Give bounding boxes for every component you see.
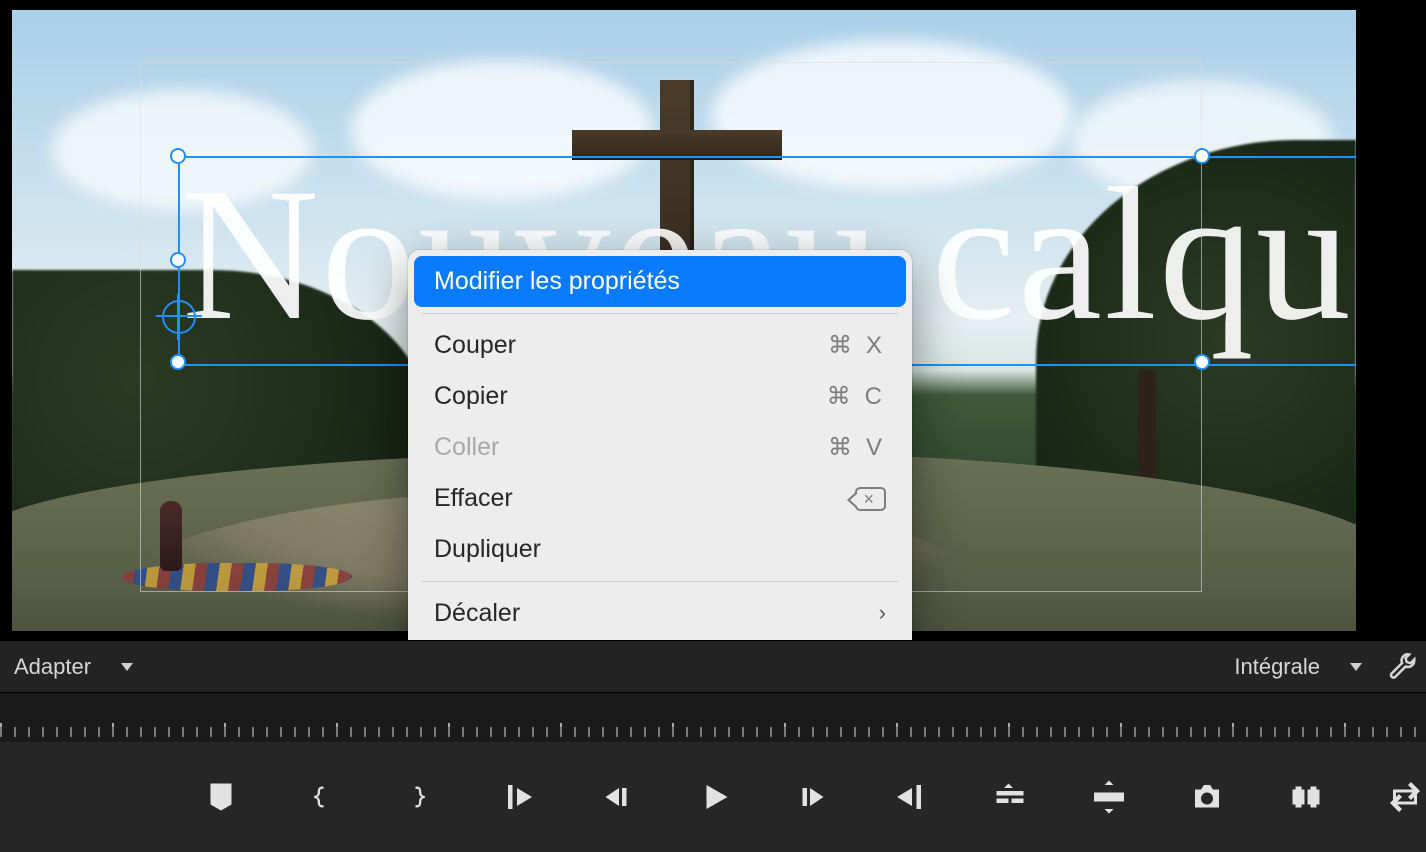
marker-icon	[203, 779, 239, 815]
menu-label: Couper	[434, 328, 516, 363]
selection-handle[interactable]	[170, 148, 186, 164]
selection-handle[interactable]	[170, 252, 186, 268]
anchor-point-icon[interactable]	[162, 300, 196, 334]
bg-cloud	[712, 40, 1072, 190]
chevron-down-icon	[121, 663, 133, 671]
menu-separator	[422, 313, 898, 314]
shortcut-key: X	[866, 329, 886, 363]
transport-toolbar	[0, 742, 1426, 852]
cmd-icon: ⌘	[827, 380, 855, 414]
menu-shortcut: ⌘ C	[827, 380, 886, 414]
step-forward-icon	[795, 779, 831, 815]
menu-label: Modifier les propriétés	[434, 264, 680, 299]
menu-label: Effacer	[434, 481, 513, 516]
dropdown-label: Intégrale	[1234, 654, 1320, 680]
menu-label: Copier	[434, 379, 508, 414]
bg-person	[160, 501, 182, 571]
go-to-in-button[interactable]	[496, 774, 539, 820]
zoom-fit-dropdown[interactable]: Adapter	[4, 650, 143, 684]
overwrite-icon	[1091, 779, 1127, 815]
step-back-button[interactable]	[594, 774, 637, 820]
menu-copy[interactable]: Copier ⌘ C	[408, 371, 912, 422]
filmstrip-icon	[1288, 779, 1324, 815]
insert-icon	[992, 779, 1028, 815]
menu-shortcut: ×	[855, 487, 886, 511]
go-to-in-icon	[499, 779, 535, 815]
selection-handle[interactable]	[170, 354, 186, 370]
chevron-right-icon: ›	[879, 598, 886, 629]
selection-handle[interactable]	[1194, 148, 1210, 164]
menu-nudge[interactable]: Décaler ›	[408, 588, 912, 639]
playback-quality-dropdown[interactable]: Intégrale	[1224, 650, 1372, 684]
menu-paste: Coller ⌘ V	[408, 422, 912, 473]
wrench-icon	[1388, 652, 1418, 682]
brace-left-icon	[306, 783, 334, 811]
dropdown-label: Adapter	[14, 654, 91, 680]
brace-right-icon	[405, 783, 433, 811]
step-forward-button[interactable]	[792, 774, 835, 820]
step-back-icon	[598, 779, 634, 815]
timeline-ruler[interactable]	[0, 692, 1426, 743]
loop-icon	[1387, 779, 1423, 815]
menu-separator	[422, 581, 898, 582]
shortcut-key: V	[866, 431, 886, 465]
go-to-out-button[interactable]	[890, 774, 933, 820]
menu-clear[interactable]: Effacer ×	[408, 473, 912, 524]
viewer-footer-bar: Adapter Intégrale	[0, 640, 1426, 692]
menu-label: Dupliquer	[434, 532, 541, 567]
menu-shortcut: ⌘ V	[828, 431, 886, 465]
menu-label: Décaler	[434, 596, 520, 631]
mark-out-button[interactable]	[397, 774, 440, 820]
menu-duplicate[interactable]: Dupliquer	[408, 524, 912, 575]
menu-cut[interactable]: Couper ⌘ X	[408, 320, 912, 371]
settings-button[interactable]	[1386, 650, 1420, 684]
chevron-down-icon	[1350, 663, 1362, 671]
cmd-icon: ⌘	[828, 431, 856, 465]
overwrite-button[interactable]	[1087, 774, 1130, 820]
go-to-out-icon	[894, 779, 930, 815]
menu-shortcut: ⌘ X	[828, 329, 886, 363]
cmd-icon: ⌘	[828, 329, 856, 363]
bg-blanket	[120, 563, 354, 591]
delete-icon: ×	[855, 487, 886, 511]
insert-button[interactable]	[989, 774, 1032, 820]
play-icon	[696, 779, 732, 815]
add-marker-button[interactable]	[200, 774, 243, 820]
comparison-view-button[interactable]	[1285, 774, 1328, 820]
play-button[interactable]	[693, 774, 736, 820]
bg-cross	[572, 130, 782, 160]
camera-icon	[1189, 779, 1225, 815]
export-frame-button[interactable]	[1186, 774, 1229, 820]
menu-label: Coller	[434, 430, 499, 465]
selection-handle[interactable]	[1194, 354, 1210, 370]
loop-button[interactable]	[1383, 774, 1426, 820]
shortcut-key: C	[865, 380, 886, 414]
menu-edit-properties[interactable]: Modifier les propriétés	[414, 256, 906, 307]
mark-in-button[interactable]	[299, 774, 342, 820]
